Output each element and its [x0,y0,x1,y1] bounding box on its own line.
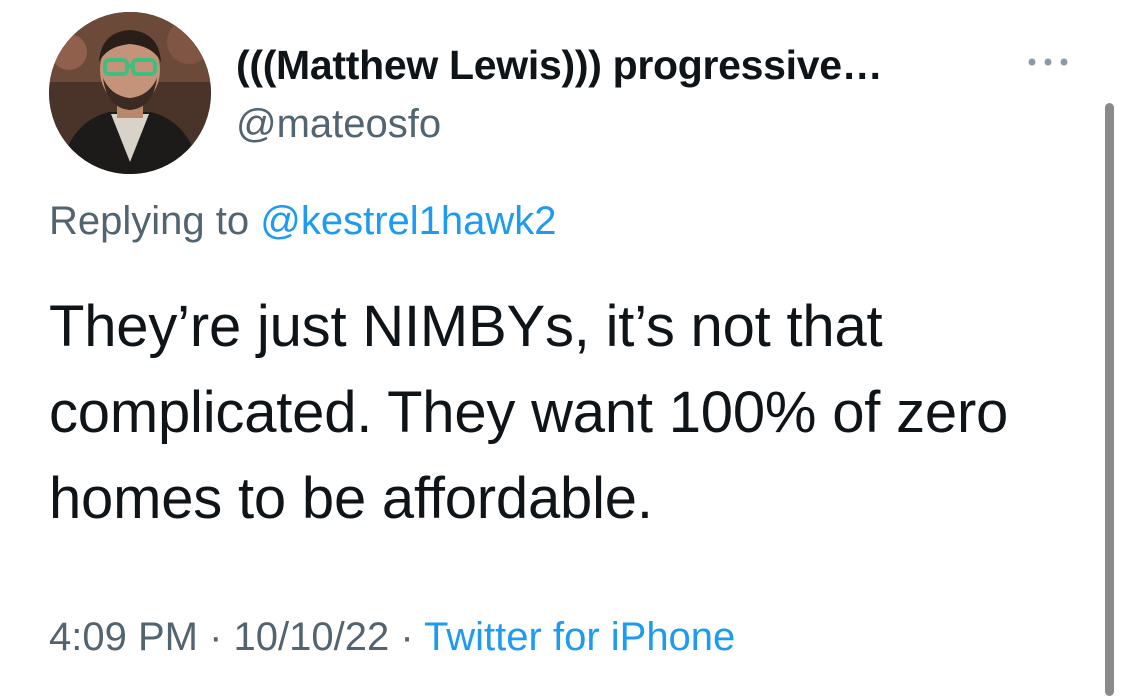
tweet-date[interactable]: 10/10/22 [234,615,390,659]
tweet-source-link[interactable]: Twitter for iPhone [424,615,735,659]
replying-to-label: Replying to [49,199,261,243]
tweet-meta: 4:09 PM · 10/10/22 · Twitter for iPhone [49,615,735,660]
reply-mention-link[interactable]: @kestrel1hawk2 [260,199,556,243]
tweet-text: They’re just NIMBYs, it’s not that compl… [49,294,1009,531]
more-dots-icon[interactable] [1024,52,1072,72]
meta-separator: · [197,615,234,659]
tweet-card: (((Matthew Lewis))) progressive… @mateos… [0,0,1125,696]
scrollbar[interactable] [1105,103,1114,696]
meta-separator: · [389,615,425,659]
user-handle[interactable]: @mateosfo [236,102,441,147]
profile-photo-icon [49,12,211,174]
replying-to: Replying to @kestrel1hawk2 [49,199,557,244]
display-name[interactable]: (((Matthew Lewis))) progressive… [236,42,883,89]
avatar[interactable] [49,12,211,174]
tweet-time[interactable]: 4:09 PM [49,615,198,659]
